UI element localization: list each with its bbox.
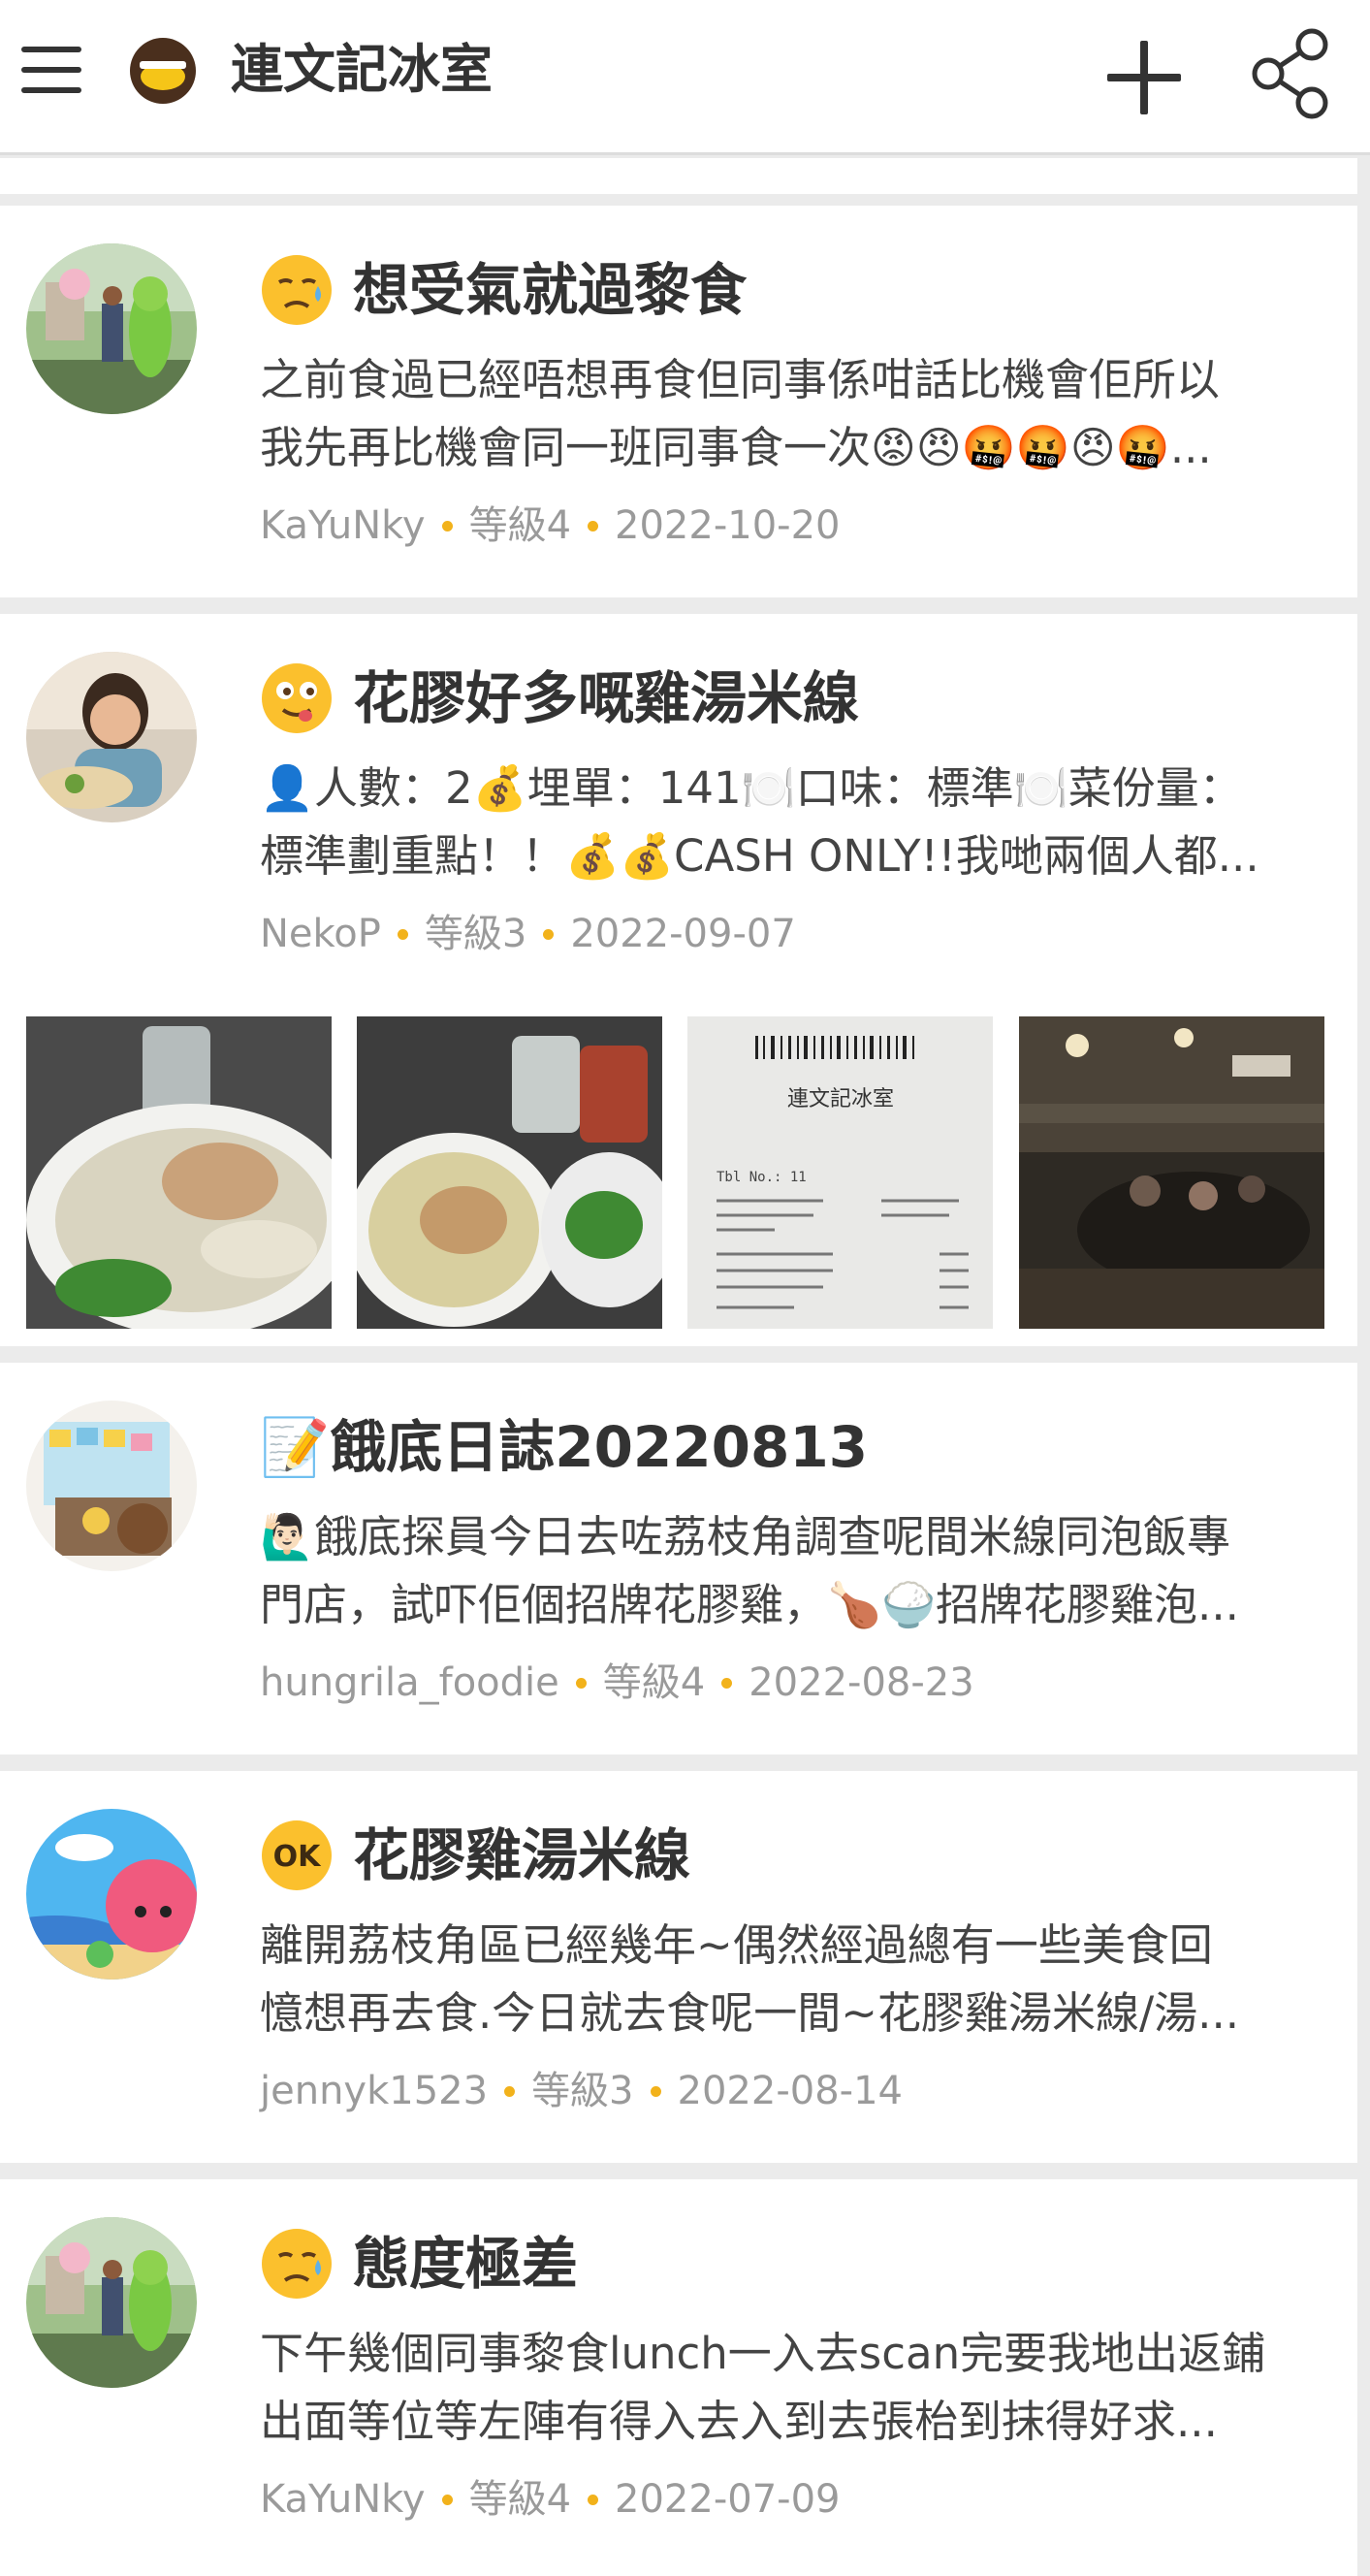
review-username[interactable]: NekoP xyxy=(260,905,381,963)
review-excerpt-line: 🙋🏻‍♂️餓底探員今日去咗荔枝角調查呢間米線同泡飯專 xyxy=(260,1511,1231,1562)
sad-face-icon xyxy=(262,255,332,325)
review-title[interactable]: 花膠好多嘅雞湯米線 xyxy=(353,658,859,739)
review-level: 等級3 xyxy=(424,912,527,956)
review-meta: jennyk1523 等級3 2022-08-14 xyxy=(260,2062,903,2120)
review-excerpt: 👤人數：2💰埋單：141🍽️口味：標準🍽️菜份量： 標準劃重點！！💰💰CASH … xyxy=(260,755,1326,890)
separator-dot xyxy=(543,928,555,940)
separator-dot xyxy=(588,2494,599,2505)
review-title[interactable]: 花膠雞湯米線 xyxy=(353,1815,690,1896)
review-title-row: 花膠好多嘅雞湯米線 xyxy=(260,658,859,739)
review-username[interactable]: jennyk1523 xyxy=(260,2062,488,2120)
review-date: 2022-09-07 xyxy=(570,912,796,956)
hamburger-menu-icon[interactable] xyxy=(21,43,83,97)
review-card[interactable]: OK 花膠雞湯米線 離開荔枝角區已經幾年~偶然經過總有一些美食回 憶想再去食.今… xyxy=(0,1771,1357,2163)
review-excerpt: 之前食過已經唔想再食但同事係咁話比機會佢所以 我先再比機會同一班同事食一次😡😠🤬… xyxy=(260,346,1326,482)
review-title[interactable]: 📝餓底日誌20220813 xyxy=(260,1406,868,1488)
review-excerpt-line: 標準劃重點！！💰💰CASH ONLY!!我哋兩個人都... xyxy=(260,830,1259,882)
review-excerpt-line: 門店，試吓佢個招牌花膠雞，🍗🍚招牌花膠雞泡... xyxy=(260,1579,1239,1630)
avatar[interactable] xyxy=(26,243,197,414)
review-username[interactable]: hungrila_foodie xyxy=(260,1654,559,1712)
review-excerpt: 離開荔枝角區已經幾年~偶然經過總有一些美食回 憶想再去食.今日就去食呢一間~花膠… xyxy=(260,1912,1326,2047)
review-title-row: 📝餓底日誌20220813 xyxy=(260,1406,868,1488)
review-excerpt-line: 我先再比機會同一班同事食一次😡😠🤬🤬😠🤬... xyxy=(260,422,1212,473)
avatar[interactable] xyxy=(26,2217,197,2388)
restaurant-logo-icon xyxy=(130,38,196,104)
review-photo-strip: 連文記冰室 Tbl No.: 11 xyxy=(26,1016,1325,1329)
review-excerpt-line: 出面等位等左陣有得入去入到去張枱到抹得好求... xyxy=(260,2396,1218,2447)
review-username[interactable]: KaYuNky xyxy=(260,2470,426,2528)
page-title: 連文記冰室 xyxy=(231,39,493,100)
ok-badge-icon: OK xyxy=(262,1820,332,1890)
restaurant-interior-photo[interactable] xyxy=(1019,1016,1324,1329)
review-title-row: 想受氣就過黎食 xyxy=(260,249,747,331)
review-title[interactable]: 態度極差 xyxy=(353,2223,578,2304)
review-meta: hungrila_foodie 等級4 2022-08-23 xyxy=(260,1654,974,1712)
separator-dot xyxy=(441,2494,453,2505)
separator-dot xyxy=(575,1677,587,1689)
separator-dot xyxy=(588,520,599,531)
plus-icon[interactable] xyxy=(1103,37,1185,118)
review-date: 2022-07-09 xyxy=(615,2477,841,2522)
receipt-table-number: Tbl No.: 11 xyxy=(717,1170,807,1185)
review-excerpt-line: 離開荔枝角區已經幾年~偶然經過總有一些美食回 xyxy=(260,1919,1213,1971)
share-icon[interactable] xyxy=(1247,25,1334,122)
review-date: 2022-08-23 xyxy=(749,1660,974,1705)
receipt-shop-name: 連文記冰室 xyxy=(787,1087,894,1111)
avatar[interactable] xyxy=(26,652,197,822)
chicken-soup-noodle-photo[interactable] xyxy=(357,1016,662,1329)
review-meta: NekoP 等級3 2022-09-07 xyxy=(260,905,796,963)
soup-noodle-photo[interactable] xyxy=(26,1016,332,1329)
review-title[interactable]: 想受氣就過黎食 xyxy=(353,249,747,331)
review-excerpt-line: 👤人數：2💰埋單：141🍽️口味：標準🍽️菜份量： xyxy=(260,762,1243,814)
avatar[interactable] xyxy=(26,1809,197,1980)
review-date: 2022-08-14 xyxy=(677,2069,903,2113)
svg-text:OK: OK xyxy=(273,1840,323,1874)
separator-dot xyxy=(650,2085,661,2097)
separator-dot xyxy=(441,520,453,531)
avatar[interactable] xyxy=(26,1401,197,1571)
review-level: 等級4 xyxy=(468,503,572,548)
review-excerpt: 下午幾個同事黎食lunch一入去scan完要我地出返鋪 出面等位等左陣有得入去入… xyxy=(260,2320,1326,2456)
top-app-bar: 連文記冰室 xyxy=(0,0,1370,155)
review-excerpt-line: 之前食過已經唔想再食但同事係咁話比機會佢所以 xyxy=(260,354,1221,405)
review-level: 等級4 xyxy=(468,2477,572,2522)
review-date: 2022-10-20 xyxy=(615,503,841,548)
review-card[interactable]: 想受氣就過黎食 之前食過已經唔想再食但同事係咁話比機會佢所以 我先再比機會同一班… xyxy=(0,206,1357,597)
sad-face-icon xyxy=(262,2229,332,2299)
yummy-face-icon xyxy=(262,663,332,733)
review-card[interactable]: 花膠好多嘅雞湯米線 👤人數：2💰埋單：141🍽️口味：標準🍽️菜份量： 標準劃重… xyxy=(0,614,1357,1346)
review-meta: KaYuNky 等級4 2022-07-09 xyxy=(260,2470,841,2528)
review-card[interactable]: 態度極差 下午幾個同事黎食lunch一入去scan完要我地出返鋪 出面等位等左陣… xyxy=(0,2179,1357,2576)
separator-dot xyxy=(397,928,408,940)
review-username[interactable]: KaYuNky xyxy=(260,497,426,555)
receipt-photo[interactable]: 連文記冰室 Tbl No.: 11 xyxy=(687,1016,993,1329)
review-meta: KaYuNky 等級4 2022-10-20 xyxy=(260,497,841,555)
review-excerpt: 🙋🏻‍♂️餓底探員今日去咗荔枝角調查呢間米線同泡飯專 門店，試吓佢個招牌花膠雞，… xyxy=(260,1503,1326,1639)
previous-card-edge xyxy=(0,158,1357,194)
review-card[interactable]: 📝餓底日誌20220813 🙋🏻‍♂️餓底探員今日去咗荔枝角調查呢間米線同泡飯專… xyxy=(0,1363,1357,1755)
review-excerpt-line: 下午幾個同事黎食lunch一入去scan完要我地出返鋪 xyxy=(260,2328,1266,2379)
review-level: 等級3 xyxy=(531,2069,634,2113)
review-title-row: OK 花膠雞湯米線 xyxy=(260,1815,690,1896)
separator-dot xyxy=(504,2085,516,2097)
review-level: 等級4 xyxy=(602,1660,706,1705)
review-title-row: 態度極差 xyxy=(260,2223,578,2304)
review-excerpt-line: 憶想再去食.今日就去食呢一間~花膠雞湯米線/湯... xyxy=(260,1987,1240,2039)
separator-dot xyxy=(721,1677,733,1689)
